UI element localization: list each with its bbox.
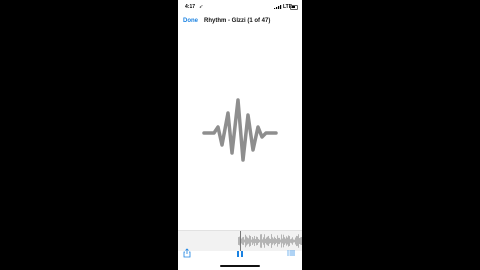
waveform-sample xyxy=(273,238,274,244)
waveform-sample xyxy=(251,239,252,243)
waveform-sample xyxy=(242,237,243,245)
waveform-sample xyxy=(290,239,291,243)
waveform-sample xyxy=(300,237,301,245)
waveform-sample xyxy=(250,236,251,246)
waveform-sample xyxy=(249,235,250,247)
signal-icon xyxy=(274,5,282,9)
waveform-sample xyxy=(272,237,273,245)
waveform-sample xyxy=(275,238,276,244)
share-icon[interactable] xyxy=(182,248,192,258)
waveform-sample xyxy=(238,237,239,245)
toolbar xyxy=(178,246,302,262)
waveform-sample xyxy=(282,238,283,244)
waveform-sample xyxy=(262,239,263,243)
waveform-sample xyxy=(278,237,279,245)
phone-screen: 4:17 ➶ LTE Done Rhythm - Glzzi (1 of 47) xyxy=(178,0,302,270)
waveform-sample xyxy=(244,239,245,243)
waveform-sample xyxy=(267,236,268,246)
status-time: 4:17 xyxy=(185,4,196,10)
battery-icon xyxy=(290,4,298,10)
waveform-sample xyxy=(280,239,281,243)
waveform-sample xyxy=(285,238,286,244)
waveform-sample xyxy=(288,235,289,247)
pause-icon[interactable] xyxy=(235,249,245,259)
waveform-sample xyxy=(270,238,271,244)
waveform-sample xyxy=(248,238,249,244)
status-bar: 4:17 ➶ LTE xyxy=(178,0,302,14)
waveform-sample xyxy=(263,237,264,245)
waveform-sample xyxy=(252,237,253,245)
waveform-sample xyxy=(241,238,242,244)
waveform-sample xyxy=(286,236,287,246)
page-title: Rhythm - Glzzi (1 of 47) xyxy=(204,18,271,24)
waveform-sample xyxy=(253,238,254,244)
waveform-sample xyxy=(297,236,298,246)
waveform-sample xyxy=(258,238,259,244)
waveform-sample xyxy=(287,237,288,245)
waveform-sample xyxy=(259,239,260,243)
waveform-sample xyxy=(254,235,255,247)
waveform-sample xyxy=(295,237,296,245)
waveform-sample xyxy=(293,239,294,243)
waveform-sample xyxy=(257,237,258,245)
location-icon: ➶ xyxy=(199,4,204,10)
waveform-sample xyxy=(279,237,280,245)
sound-wave-icon xyxy=(202,98,278,162)
waveform-sample xyxy=(255,239,256,243)
navigation-bar: Done Rhythm - Glzzi (1 of 47) xyxy=(178,14,302,28)
waveform-sample xyxy=(268,235,269,247)
waveform-sample xyxy=(274,236,275,246)
waveform-sample xyxy=(296,235,297,247)
waveform-sample xyxy=(266,237,267,245)
waveform-sample xyxy=(301,237,302,245)
waveform-sample xyxy=(256,236,257,246)
waveform-sample xyxy=(289,236,290,246)
waveform-sample xyxy=(291,238,292,244)
waveform-sample xyxy=(246,236,247,246)
waveform-sample xyxy=(299,238,300,244)
waveform-sample xyxy=(277,235,278,247)
waveform-sample xyxy=(265,238,266,244)
waveform-sample xyxy=(294,239,295,243)
waveform-sample xyxy=(269,238,270,244)
waveform-sample xyxy=(276,239,277,243)
home-indicator xyxy=(220,265,260,267)
battery-level xyxy=(291,6,295,8)
waveform-sample xyxy=(284,237,285,245)
waveform-sample xyxy=(292,237,293,245)
waveform-sample xyxy=(247,237,248,245)
waveform-sample xyxy=(243,236,244,246)
done-button[interactable]: Done xyxy=(183,18,198,24)
list-icon[interactable] xyxy=(286,248,296,258)
